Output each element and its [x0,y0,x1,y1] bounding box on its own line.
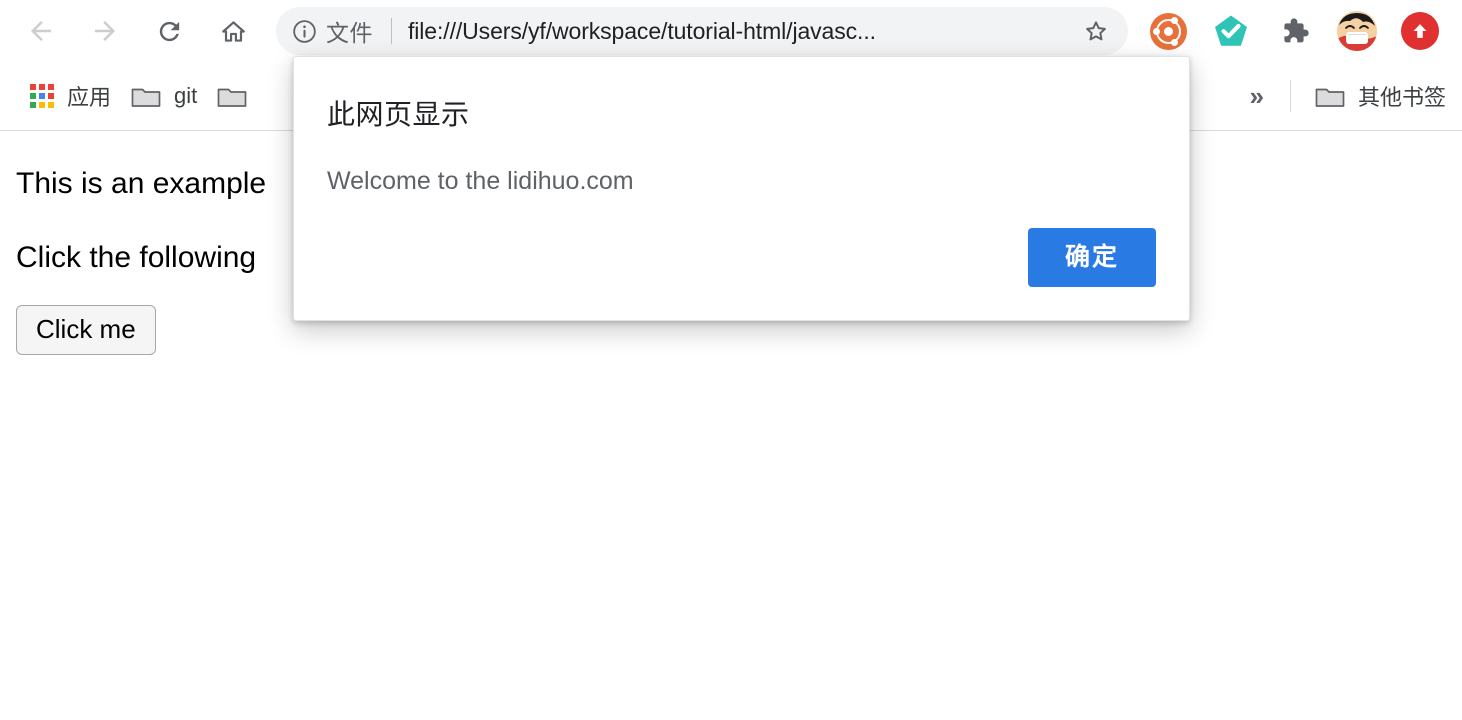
reload-icon [159,21,179,41]
bookmark-star-icon[interactable] [1074,9,1118,53]
extensions-button[interactable] [1272,9,1316,53]
folder-icon [131,88,161,107]
info-circle-icon [292,19,316,43]
reload-button[interactable] [145,7,193,55]
javascript-alert-dialog: 此网页显示 Welcome to the lidihuo.com 确定 [293,56,1190,321]
dialog-title: 此网页显示 [327,99,470,130]
dialog-actions: 确定 [1028,228,1156,287]
shield-check-icon [1215,15,1247,46]
back-button[interactable] [17,7,65,55]
dialog-message: Welcome to the lidihuo.com [327,166,634,195]
omnibox-scheme-label: 文件 [326,20,373,46]
ubuntu-extension-icon [1149,12,1187,50]
upload-arrow-extension-button[interactable] [1398,9,1442,53]
bookmarks-overflow-button[interactable]: » [1238,81,1276,112]
folder-icon [217,88,247,107]
arrow-left-icon [31,21,51,41]
upload-arrow-extension-icon [1401,12,1439,50]
bookmark-other-bookmarks[interactable]: 其他书签 [1305,74,1456,118]
click-me-button[interactable]: Click me [16,305,156,355]
forward-button[interactable] [81,7,129,55]
arrow-right-icon [95,21,115,41]
ubuntu-extension-button[interactable] [1146,9,1190,53]
shield-check-extension-button[interactable] [1209,9,1253,53]
browser-window: 文件 file:///Users/yf/workspace/tutorial-h… [0,0,1462,720]
star-icon [1086,21,1106,41]
omnibox-divider [391,18,392,44]
bookmark-apps-shortcut[interactable]: 应用 [20,74,121,118]
dialog-ok-button[interactable]: 确定 [1028,228,1156,287]
puzzle-icon [1284,18,1309,43]
toolbar-actions [1146,9,1442,53]
profile-avatar-button[interactable] [1335,9,1379,53]
folder-icon [1315,88,1345,107]
bookmark-folder-2[interactable] [207,74,270,118]
omnibox-url-text[interactable]: file:///Users/yf/workspace/tutorial-html… [408,18,1074,45]
arrow-up-icon [1413,24,1427,38]
bookmark-folder-git[interactable]: git [121,74,207,118]
site-info-icon[interactable] [282,9,326,53]
avatar [1337,11,1377,51]
apps-grid-icon [30,84,54,108]
home-icon [221,20,245,42]
bookmarks-divider [1289,80,1291,112]
bookmark-other-bookmarks-label: 其他书签 [1357,85,1446,110]
address-bar[interactable]: 文件 file:///Users/yf/workspace/tutorial-h… [276,7,1128,55]
bookmark-folder-git-label: git [174,83,198,108]
home-button[interactable] [209,7,257,55]
browser-toolbar: 文件 file:///Users/yf/workspace/tutorial-h… [0,0,1462,62]
bookmark-apps-label: 应用 [67,85,112,110]
avatar-image [1337,11,1377,51]
